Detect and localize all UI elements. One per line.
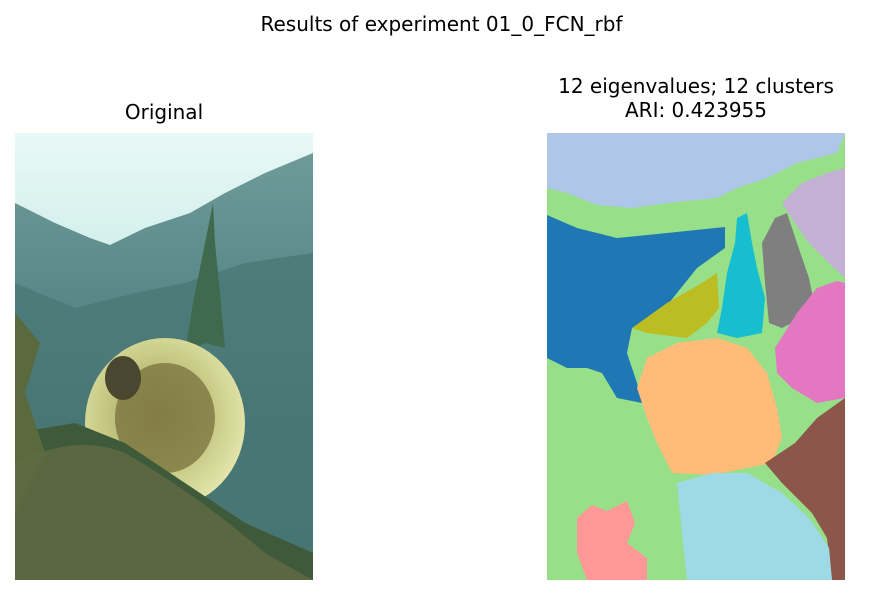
segmentation-title-line2: ARI: 0.423955 (624, 98, 767, 122)
original-image (15, 133, 313, 580)
porcupine-photo (15, 133, 313, 580)
segmentation-image (547, 133, 845, 580)
segmentation-title-line1: 12 eigenvalues; 12 clusters (558, 74, 834, 98)
segmentation-map (547, 133, 845, 580)
figure-suptitle: Results of experiment 01_0_FCN_rbf (260, 12, 623, 36)
segmentation-panel-title: 12 eigenvalues; 12 clusters ARI: 0.42395… (497, 74, 883, 122)
original-panel-title: Original (124, 100, 204, 124)
